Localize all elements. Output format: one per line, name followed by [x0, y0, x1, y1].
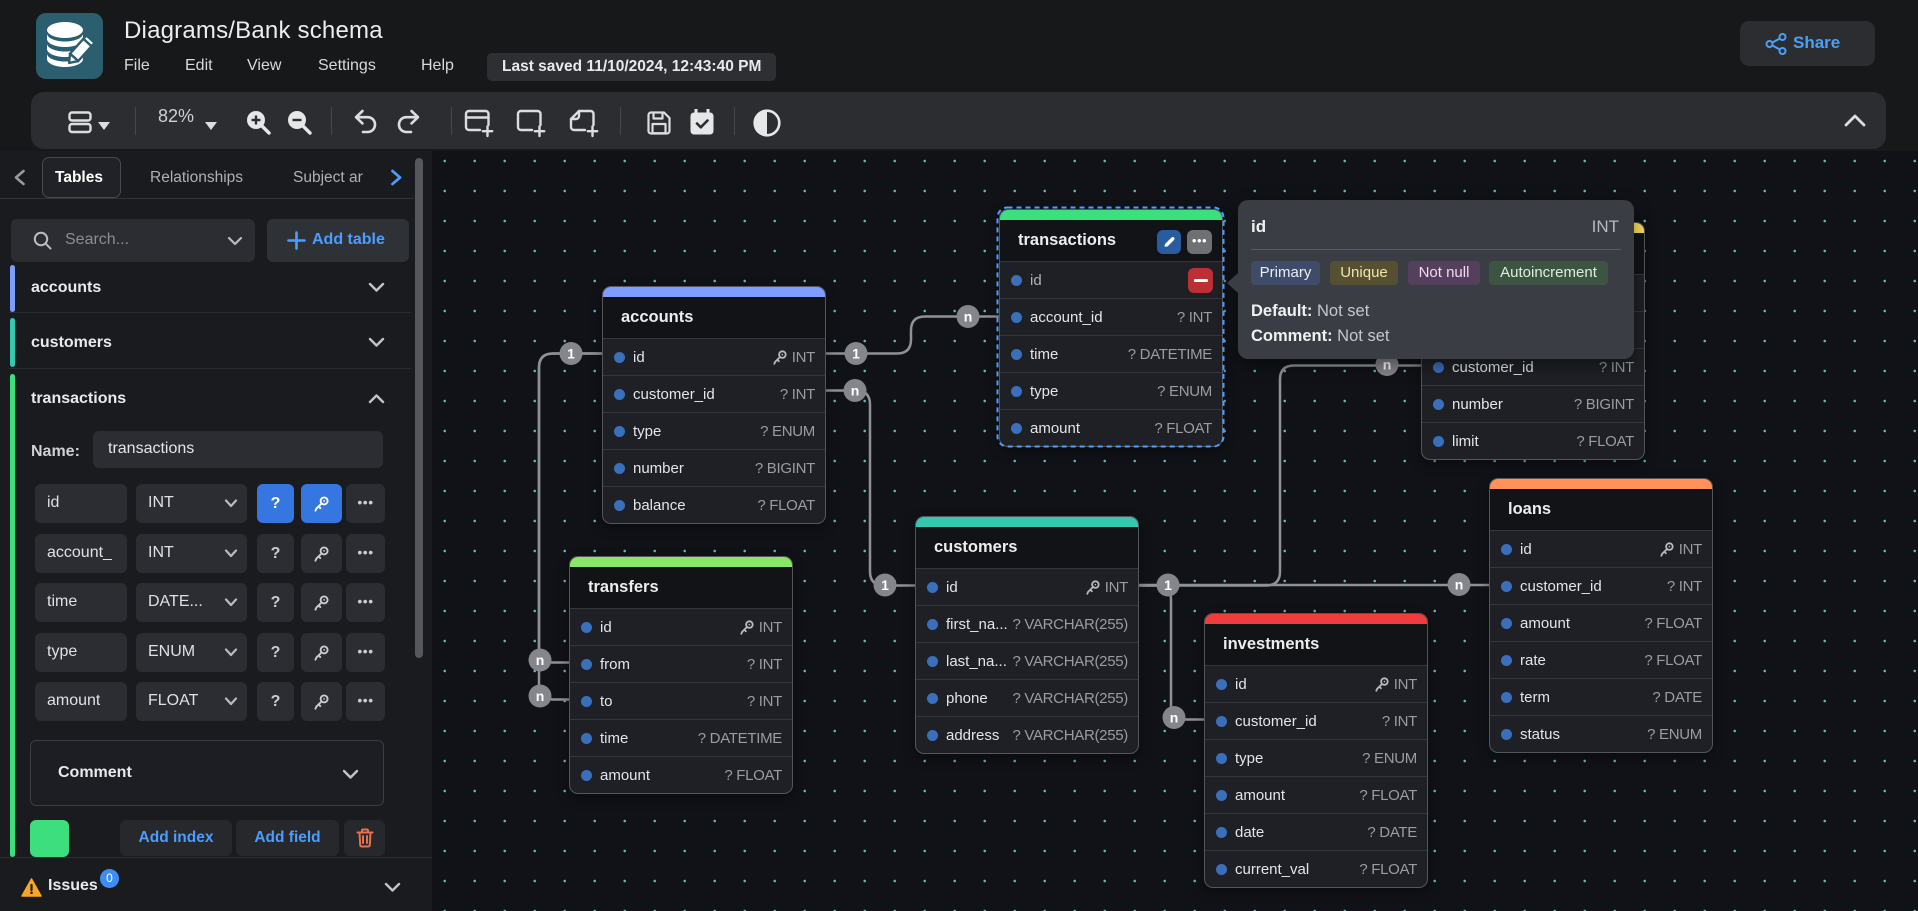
svg-text:n: n — [1170, 710, 1179, 726]
svg-text:n: n — [536, 652, 545, 668]
svg-text:1: 1 — [881, 577, 889, 593]
svg-text:n: n — [1455, 577, 1464, 593]
svg-text:n: n — [851, 383, 860, 399]
svg-text:1: 1 — [567, 346, 575, 362]
svg-text:n: n — [964, 309, 973, 325]
svg-text:n: n — [536, 688, 545, 704]
svg-text:1: 1 — [1164, 577, 1172, 593]
svg-text:1: 1 — [852, 346, 860, 362]
